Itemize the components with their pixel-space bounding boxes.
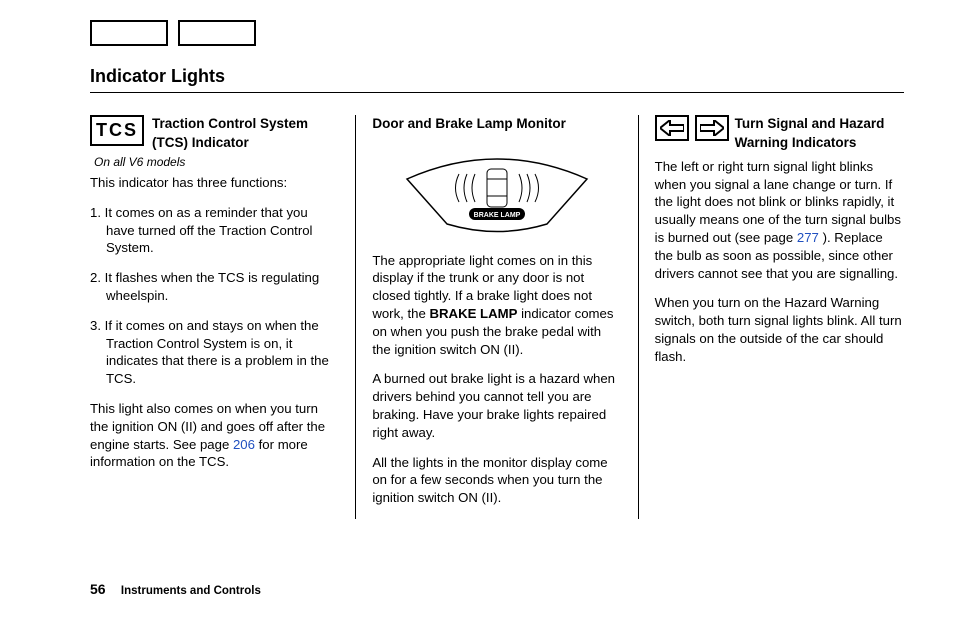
section-heading: Turn Signal and Hazard Warning Indicator… xyxy=(735,115,904,151)
section-heading: Door and Brake Lamp Monitor xyxy=(372,115,621,133)
tcs-indicator-icon: TCS xyxy=(90,115,144,145)
title-rule xyxy=(90,92,904,93)
page-footer: 56 Instruments and Controls xyxy=(90,580,261,600)
body-paragraph: When you turn on the Hazard Warning swit… xyxy=(655,294,904,365)
top-placeholder-boxes xyxy=(90,20,904,46)
body-paragraph: The appropriate light comes on in this d… xyxy=(372,252,621,359)
right-arrow-icon xyxy=(695,115,729,141)
body-paragraph: A burned out brake light is a hazard whe… xyxy=(372,370,621,441)
column-turn-signal: Turn Signal and Hazard Warning Indicator… xyxy=(638,115,904,519)
column-door-brake: Door and Brake Lamp Monitor BRAKE LAMP xyxy=(355,115,637,519)
model-note: On all V6 models xyxy=(94,154,339,170)
page-number: 56 xyxy=(90,581,106,597)
item-text: It flashes when the TCS is regulating wh… xyxy=(105,270,320,303)
body-paragraph: The left or right turn signal light blin… xyxy=(655,158,904,283)
brake-lamp-monitor-illustration: BRAKE LAMP xyxy=(397,144,597,234)
page-title: Indicator Lights xyxy=(90,64,904,88)
item-number: 3. xyxy=(90,318,101,333)
footer-section-name: Instruments and Controls xyxy=(121,585,261,597)
section-heading: Traction Control System (TCS) Indicator xyxy=(152,115,339,151)
body-paragraph: All the lights in the monitor display co… xyxy=(372,454,621,507)
item-text: It comes on as a reminder that you have … xyxy=(105,205,313,256)
list-item: 3. If it comes on and stays on when the … xyxy=(90,317,339,388)
placeholder-box xyxy=(90,20,168,46)
page-reference-link[interactable]: 206 xyxy=(233,437,255,452)
page-reference-link[interactable]: 277 xyxy=(797,230,819,245)
item-text: If it comes on and stays on when the Tra… xyxy=(105,318,329,386)
left-arrow-icon xyxy=(655,115,689,141)
column-tcs: TCS Traction Control System (TCS) Indica… xyxy=(90,115,355,519)
list-item: 2. It flashes when the TCS is regulating… xyxy=(90,269,339,305)
function-list: 1. It comes on as a reminder that you ha… xyxy=(90,204,339,388)
figure-label: BRAKE LAMP xyxy=(474,212,521,219)
item-number: 2. xyxy=(90,270,101,285)
bold-text: BRAKE LAMP xyxy=(430,306,518,321)
list-item: 1. It comes on as a reminder that you ha… xyxy=(90,204,339,257)
placeholder-box xyxy=(178,20,256,46)
item-number: 1. xyxy=(90,205,101,220)
intro-text: This indicator has three functions: xyxy=(90,174,339,192)
body-paragraph: This light also comes on when you turn t… xyxy=(90,400,339,471)
content-columns: TCS Traction Control System (TCS) Indica… xyxy=(90,115,904,519)
